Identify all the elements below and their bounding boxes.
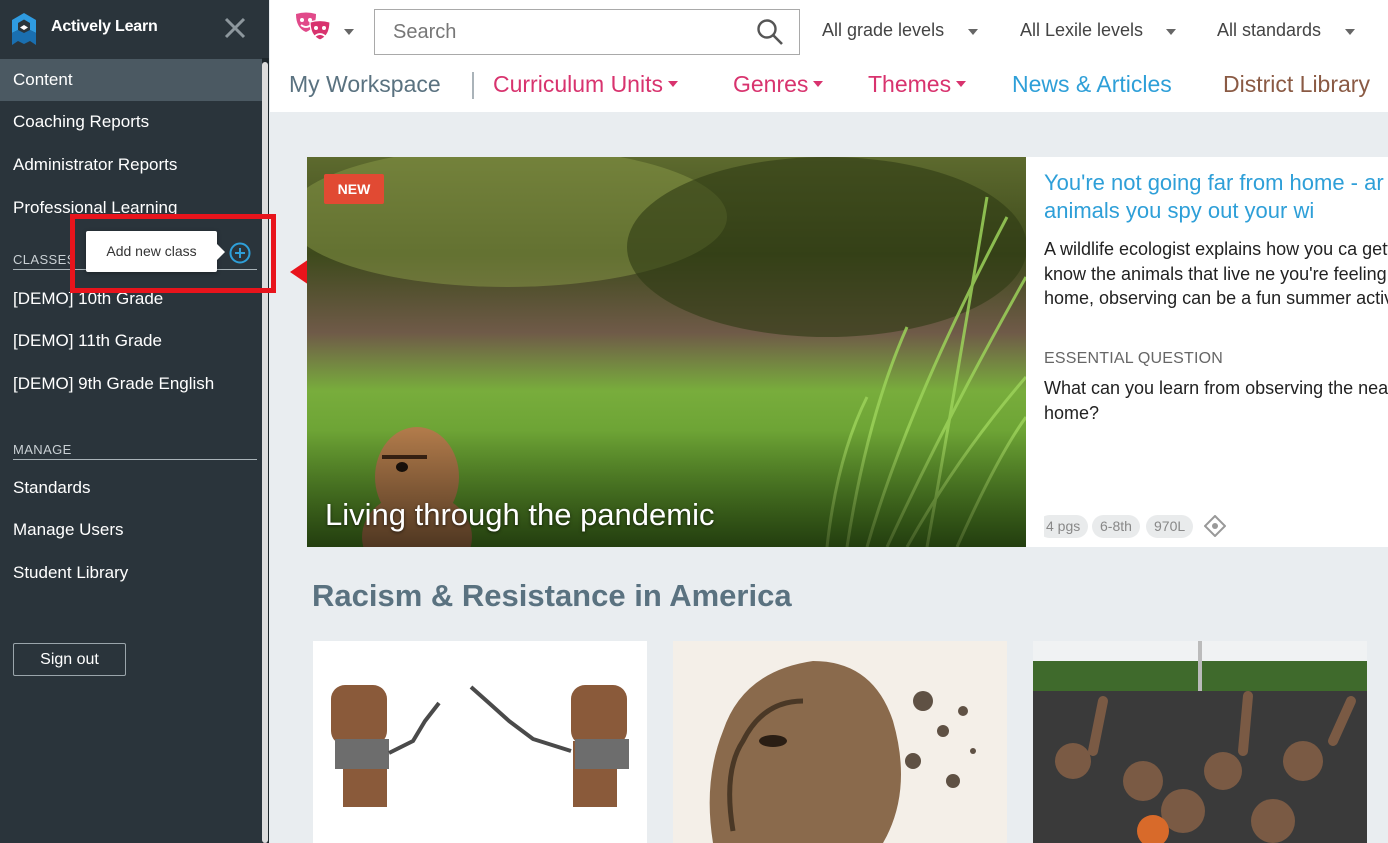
tab-themes-label: Themes bbox=[868, 71, 952, 97]
sign-out-button[interactable]: Sign out bbox=[13, 643, 126, 676]
essential-question-label: ESSENTIAL QUESTION bbox=[1044, 350, 1224, 367]
tab-curriculum-units-label: Curriculum Units bbox=[493, 71, 663, 97]
tab-genres[interactable]: Genres bbox=[733, 71, 824, 98]
content-card[interactable] bbox=[1033, 641, 1367, 843]
actively-learn-logo-icon bbox=[12, 13, 36, 45]
tab-district-library-label: District Library bbox=[1223, 71, 1370, 97]
annotation-highlight-box bbox=[70, 214, 276, 293]
section-title: Racism & Resistance in America bbox=[312, 578, 792, 613]
manage-section-label: MANAGE bbox=[13, 442, 257, 460]
search-icon[interactable] bbox=[756, 18, 784, 46]
manage-student-library[interactable]: Student Library bbox=[0, 552, 262, 594]
grade-level-filter-label: All grade levels bbox=[822, 20, 945, 40]
nav-content[interactable]: Content bbox=[0, 59, 262, 101]
tab-curriculum-units[interactable]: Curriculum Units bbox=[493, 71, 678, 98]
broken-chains-image-icon bbox=[313, 641, 647, 843]
tab-news-articles-label: News & Articles bbox=[1012, 71, 1172, 97]
lexile-level-filter-label: All Lexile levels bbox=[1020, 20, 1144, 40]
essential-question: What can you learn from observing the ne… bbox=[1044, 378, 1388, 423]
chevron-down-icon bbox=[956, 80, 967, 87]
manage-standards[interactable]: Standards bbox=[0, 467, 262, 509]
theater-masks-icon[interactable] bbox=[294, 10, 334, 46]
featured-description: A wildlife ecologist explains how you ca… bbox=[1044, 239, 1388, 308]
tab-genres-label: Genres bbox=[733, 71, 809, 97]
tab-themes[interactable]: Themes bbox=[868, 71, 967, 98]
featured-text: You're not going far from home - ar are … bbox=[1044, 157, 1388, 547]
search-input[interactable] bbox=[376, 11, 746, 53]
nav-coaching-reports[interactable]: Coaching Reports bbox=[0, 101, 262, 143]
pages-badge: 4 pgs bbox=[1044, 515, 1089, 538]
tab-news-articles[interactable]: News & Articles bbox=[1012, 71, 1172, 98]
standards-filter-label: All standards bbox=[1217, 20, 1322, 40]
tab-my-workspace[interactable]: My Workspace bbox=[289, 71, 441, 98]
featured-caption: Living through the pandemic bbox=[325, 497, 715, 532]
grade-badge: 6-8th bbox=[1092, 515, 1140, 538]
tab-divider bbox=[472, 72, 474, 99]
portrait-ink-image-icon bbox=[673, 641, 1007, 843]
search-box bbox=[374, 9, 800, 55]
featured-card[interactable]: NEW Living through the pandemic You're n… bbox=[307, 157, 1388, 547]
chevron-down-icon[interactable] bbox=[1345, 29, 1355, 35]
brand-name: Actively Learn bbox=[51, 18, 158, 35]
lexile-badge: 970L bbox=[1146, 515, 1194, 538]
tab-my-workspace-label: My Workspace bbox=[289, 71, 441, 97]
top-bar: All grade levels All Lexile levels All s… bbox=[270, 0, 1388, 112]
chevron-down-icon bbox=[667, 80, 678, 87]
featured-title[interactable]: You're not going far from home - ar are … bbox=[1044, 169, 1388, 225]
class-item-9th[interactable]: [DEMO] 9th Grade English bbox=[0, 363, 262, 405]
content-card[interactable] bbox=[313, 641, 647, 843]
featured-image[interactable]: NEW Living through the pandemic bbox=[307, 157, 1026, 547]
chevron-down-icon[interactable] bbox=[344, 29, 354, 35]
grade-level-filter[interactable]: All grade levels bbox=[822, 20, 944, 41]
lexile-level-filter[interactable]: All Lexile levels bbox=[1020, 20, 1143, 41]
scrollbar-thumb[interactable] bbox=[262, 62, 268, 843]
content-card[interactable] bbox=[673, 641, 1007, 843]
protest-crowd-image-icon bbox=[1033, 641, 1367, 843]
sidebar: Actively Learn Content Coaching Reports … bbox=[0, 0, 269, 843]
chipmunk-grass-image-icon bbox=[307, 157, 1026, 547]
standards-filter[interactable]: All standards bbox=[1217, 20, 1321, 41]
diamond-icon bbox=[1204, 515, 1226, 537]
class-item-11th[interactable]: [DEMO] 11th Grade bbox=[0, 320, 262, 362]
chevron-down-icon[interactable] bbox=[968, 29, 978, 35]
manage-users[interactable]: Manage Users bbox=[0, 509, 262, 551]
nav-administrator-reports[interactable]: Administrator Reports bbox=[0, 144, 262, 186]
chevron-down-icon[interactable] bbox=[1166, 29, 1176, 35]
brand-header: Actively Learn bbox=[0, 0, 269, 58]
close-icon[interactable] bbox=[221, 14, 249, 42]
tab-district-library[interactable]: District Library bbox=[1223, 71, 1370, 98]
new-badge: NEW bbox=[324, 174, 384, 204]
chevron-down-icon bbox=[813, 80, 824, 87]
